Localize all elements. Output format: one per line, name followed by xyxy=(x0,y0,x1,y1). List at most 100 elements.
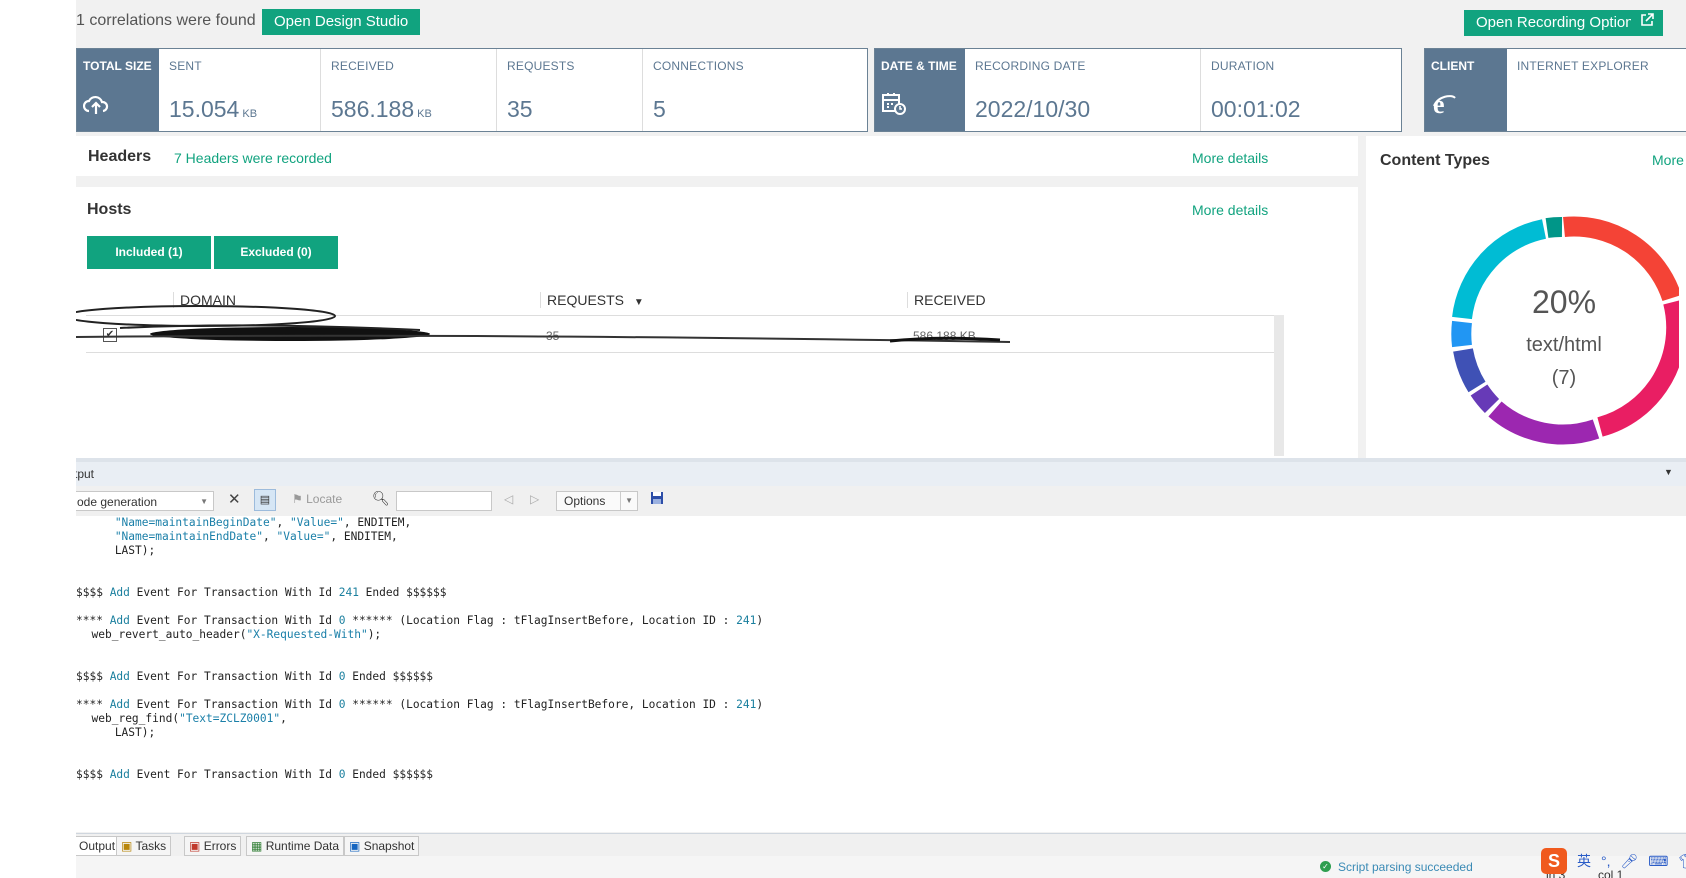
donut-center-percent: 20% xyxy=(1531,284,1597,320)
collapse-icon[interactable]: ▼ xyxy=(1664,467,1673,477)
microphone-icon[interactable]: 🎤︎ xyxy=(1621,853,1639,870)
tab-output[interactable]: Output xyxy=(76,836,121,856)
donut-chart xyxy=(1451,216,1686,445)
search-input[interactable] xyxy=(396,491,492,511)
tab-runtime-data[interactable]: ▦ Runtime Data xyxy=(246,836,345,856)
donut-center-label: text/html xyxy=(1526,334,1602,356)
tab-snapshot[interactable]: ▣ Snapshot xyxy=(344,836,420,856)
headers-more-details-link[interactable]: More details xyxy=(1192,150,1268,166)
headers-title: Headers xyxy=(88,148,152,165)
chevron-down-icon: ▼ xyxy=(200,497,208,506)
top-bar: 1 correlations were found Open Design St… xyxy=(76,0,1686,46)
donut-center-count: (7) xyxy=(1551,367,1577,389)
duration-label: DURATION xyxy=(1211,59,1275,73)
total-size-header: TOTAL SIZE xyxy=(77,49,159,131)
flag-icon: ⚑ xyxy=(292,492,303,506)
status-message: Script parsing succeeded xyxy=(1338,860,1473,874)
date-time-header: DATE & TIME xyxy=(875,49,965,131)
browser-cell: INTERNET EXPLORER xyxy=(1507,49,1686,131)
donut-segment[interactable] xyxy=(1470,384,1500,414)
vugen-recording-summary: 1 correlations were found Open Design St… xyxy=(76,0,1686,878)
date-time-label: DATE & TIME xyxy=(881,59,957,73)
connections-cell: CONNECTIONS 5 xyxy=(643,49,865,131)
hosts-title: Hosts xyxy=(87,201,132,218)
code-line: **** Add Event For Transaction With Id 0… xyxy=(76,614,764,627)
tab-tasks[interactable]: ▣ Tasks xyxy=(116,836,172,856)
received-cell: RECEIVED 586.188 KB xyxy=(321,49,497,131)
search-icon[interactable]: 🔍︎ xyxy=(372,490,390,507)
bottom-tab-strip: Output ▣ Tasks ▣ Errors ▦ Runtime Data ▣… xyxy=(76,833,1686,856)
table-divider xyxy=(86,352,1276,353)
code-line: $$$$ Add Event For Transaction With Id 2… xyxy=(76,586,447,599)
requests-cell: REQUESTS 35 xyxy=(497,49,643,131)
date-time-box: DATE & TIME RECORDING DATE 2022/10/30 DU… xyxy=(874,48,1402,132)
previous-icon[interactable]: ◁ xyxy=(504,492,513,506)
clear-icon[interactable]: ✕ xyxy=(228,490,241,508)
client-label: CLIENT xyxy=(1431,59,1475,73)
client-header: CLIENT e xyxy=(1425,49,1507,131)
content-types-more-details-link[interactable]: More details xyxy=(1652,152,1686,168)
shirt-icon[interactable]: 👕︎ xyxy=(1679,853,1686,870)
code-line: "Name=maintainBeginDate", "Value=", ENDI… xyxy=(114,516,412,529)
headers-panel: Headers 7 Headers were recorded More det… xyxy=(76,136,1358,176)
status-bar: ✓ Script parsing succeeded ln 3 col 1 xyxy=(76,856,1686,878)
sent-cell: SENT 15.054 KB xyxy=(159,49,321,131)
success-icon: ✓ xyxy=(1320,861,1331,872)
duration-cell: DURATION 00:01:02 xyxy=(1201,49,1399,131)
excluded-button[interactable]: Excluded (0) xyxy=(214,236,338,269)
requests-value: 35 xyxy=(507,96,533,122)
headers-note: 7 Headers were recorded xyxy=(174,150,332,166)
external-link-icon[interactable] xyxy=(1631,10,1663,36)
code-line: $$$$ Add Event For Transaction With Id 0… xyxy=(76,670,434,683)
cloud-upload-icon xyxy=(82,94,109,123)
errors-icon: ▣ xyxy=(189,839,201,853)
recording-date-cell: RECORDING DATE 2022/10/30 xyxy=(965,49,1201,131)
runtime-data-icon: ▦ xyxy=(251,839,263,853)
recording-date-value: 2022/10/30 xyxy=(975,96,1091,122)
output-code-area[interactable]: "Name=maintainBeginDate", "Value=", ENDI… xyxy=(76,516,1686,832)
hosts-scrollbar[interactable] xyxy=(1274,315,1284,456)
browser-label: INTERNET EXPLORER xyxy=(1517,59,1649,73)
code-line: LAST); xyxy=(114,544,156,557)
ime-toolbar[interactable]: S 英 °, 🎤︎ ⌨ 👕︎ xyxy=(1541,846,1686,876)
open-recording-options-button[interactable]: Open Recording Options xyxy=(1464,10,1654,36)
code-line: LAST); xyxy=(114,726,156,739)
sent-label: SENT xyxy=(169,59,202,73)
recording-date-label: RECORDING DATE xyxy=(975,59,1086,73)
save-icon[interactable] xyxy=(650,491,664,508)
client-box: CLIENT e INTERNET EXPLORER xyxy=(1424,48,1686,132)
tab-errors[interactable]: ▣ Errors xyxy=(184,836,242,856)
hosts-more-details-link[interactable]: More details xyxy=(1192,202,1268,218)
content-types-donut: 20% text/html (7) xyxy=(1449,212,1686,452)
received-label: RECEIVED xyxy=(331,59,394,73)
correlations-text: 1 correlations were found xyxy=(76,12,256,29)
code-line: **** Add Event For Transaction With Id 0… xyxy=(76,698,764,711)
open-design-studio-button[interactable]: Open Design Studio xyxy=(262,9,421,35)
total-size-box: TOTAL SIZE SENT 15.054 KB RECEIVED 586.18… xyxy=(76,48,868,132)
code-line: web_revert_auto_header("X-Requested-With… xyxy=(91,628,382,641)
content-types-title: Content Types xyxy=(1380,152,1490,169)
donut-segment[interactable] xyxy=(1545,217,1563,238)
chevron-down-icon: ▼ xyxy=(620,492,633,510)
connections-value: 5 xyxy=(653,96,666,122)
internet-explorer-icon: e xyxy=(1431,90,1457,123)
tasks-icon: ▣ xyxy=(121,839,133,853)
calendar-clock-icon xyxy=(881,92,907,123)
redaction-scribble xyxy=(76,305,1011,343)
output-header: tput ▼ xyxy=(76,462,1686,486)
total-size-label: TOTAL SIZE xyxy=(83,59,152,73)
ime-language[interactable]: 英 xyxy=(1577,851,1591,871)
word-wrap-icon[interactable]: ▤ xyxy=(254,489,276,511)
output-mode-select[interactable]: ode generation ▼ xyxy=(76,491,214,511)
options-button[interactable]: Options ▼ xyxy=(556,491,638,511)
sogou-logo-icon: S xyxy=(1541,848,1567,874)
included-button[interactable]: Included (1) xyxy=(87,236,211,269)
punctuation-icon[interactable]: °, xyxy=(1601,853,1611,869)
code-line: web_reg_find("Text=ZCLZ0001", xyxy=(91,712,287,725)
requests-label: REQUESTS xyxy=(507,59,575,73)
donut-segment[interactable] xyxy=(1488,401,1600,445)
next-icon[interactable]: ▷ xyxy=(530,492,539,506)
keyboard-icon[interactable]: ⌨ xyxy=(1648,853,1668,870)
code-line: "Name=maintainEndDate", "Value=", ENDITE… xyxy=(114,530,398,543)
locate-button[interactable]: ⚑ Locate xyxy=(292,492,342,506)
